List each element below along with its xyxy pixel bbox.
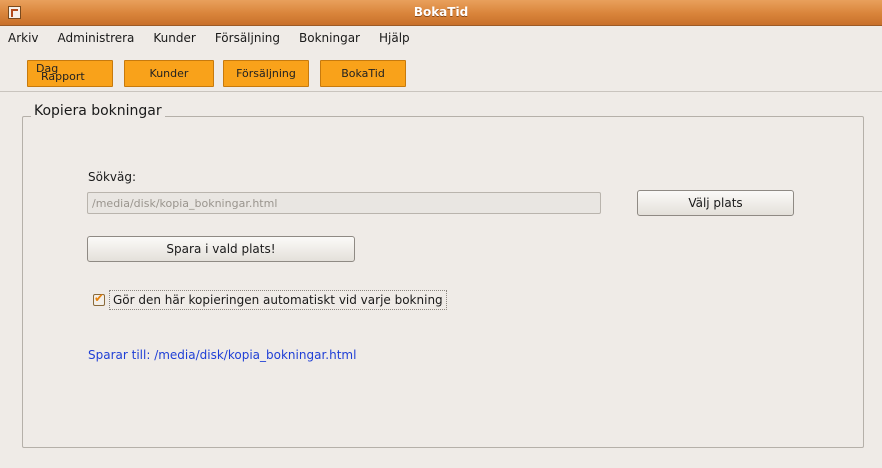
menu-forsaljning[interactable]: Försäljning xyxy=(215,31,280,45)
status-text: Sparar till: /media/disk/kopia_bokningar… xyxy=(88,348,357,362)
forsaljning-button[interactable]: Försäljning xyxy=(223,60,309,87)
window-title: BokaTid xyxy=(413,5,469,19)
save-to-location-button[interactable]: Spara i vald plats! xyxy=(87,236,355,262)
path-label: Sökväg: xyxy=(88,170,137,184)
checkmark-icon: ✔ xyxy=(94,291,105,305)
menu-bokningar[interactable]: Bokningar xyxy=(299,31,360,45)
dag-rapport-button[interactable]: Dag Rapport xyxy=(27,60,113,87)
menu-hjalp[interactable]: Hjälp xyxy=(379,31,410,45)
menu-arkiv[interactable]: Arkiv xyxy=(8,31,39,45)
dag-rapport-label-line2: Rapport xyxy=(41,70,85,83)
choose-location-button[interactable]: Välj plats xyxy=(637,190,794,216)
menu-kunder[interactable]: Kunder xyxy=(153,31,195,45)
path-input[interactable] xyxy=(87,192,601,214)
bokatid-button[interactable]: BokaTid xyxy=(320,60,406,87)
auto-copy-option[interactable]: ✔ Gör den här kopieringen automatiskt vi… xyxy=(93,290,447,310)
group-title: Kopiera bokningar xyxy=(31,103,165,119)
menu-bar: Arkiv Administrera Kunder Försäljning Bo… xyxy=(0,26,882,50)
copy-bookings-groupbox xyxy=(22,116,864,448)
title-bar[interactable]: BokaTid xyxy=(0,0,882,26)
menu-administrera[interactable]: Administrera xyxy=(58,31,135,45)
auto-copy-checkbox[interactable]: ✔ xyxy=(93,291,105,306)
toolbar: Dag Rapport Kunder Försäljning BokaTid xyxy=(0,52,882,92)
kunder-button[interactable]: Kunder xyxy=(124,60,214,87)
auto-copy-label[interactable]: Gör den här kopieringen automatiskt vid … xyxy=(109,290,447,310)
